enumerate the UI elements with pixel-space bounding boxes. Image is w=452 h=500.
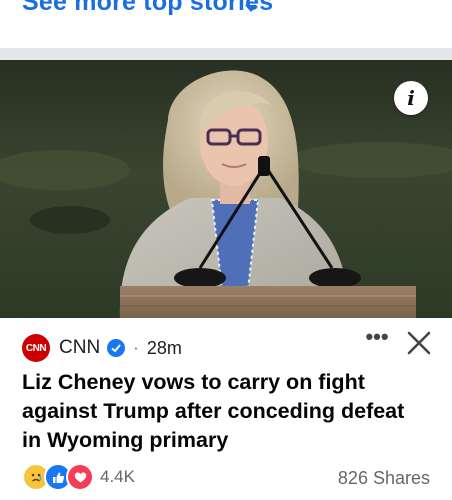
post-photo[interactable]: i — [0, 60, 452, 318]
see-more-label[interactable]: See more top stories — [22, 0, 273, 17]
shares-count[interactable]: 826 Shares — [338, 468, 430, 489]
love-reaction-icon — [66, 463, 94, 491]
verified-badge-icon — [107, 339, 126, 357]
more-icon[interactable]: ••• — [364, 326, 390, 350]
post-headline[interactable]: Liz Cheney vows to carry on fight agains… — [22, 368, 422, 455]
section-divider — [0, 48, 452, 60]
see-more-top-stories[interactable]: See more top stories — [0, 0, 452, 48]
info-icon[interactable]: i — [394, 81, 428, 115]
post-time[interactable]: 28m — [147, 338, 182, 359]
post-meta: CNN CNN · 28m — [22, 334, 182, 362]
photo-illustration — [0, 60, 452, 318]
close-icon[interactable] — [406, 330, 432, 356]
chevron-down-icon[interactable] — [244, 4, 258, 14]
meta-separator: · — [133, 338, 139, 357]
source-name[interactable]: CNN — [59, 337, 100, 359]
reactions-count[interactable]: 4.4K — [100, 467, 135, 487]
source-avatar[interactable]: CNN — [22, 334, 50, 362]
reactions-summary[interactable]: 4.4K — [22, 463, 135, 491]
